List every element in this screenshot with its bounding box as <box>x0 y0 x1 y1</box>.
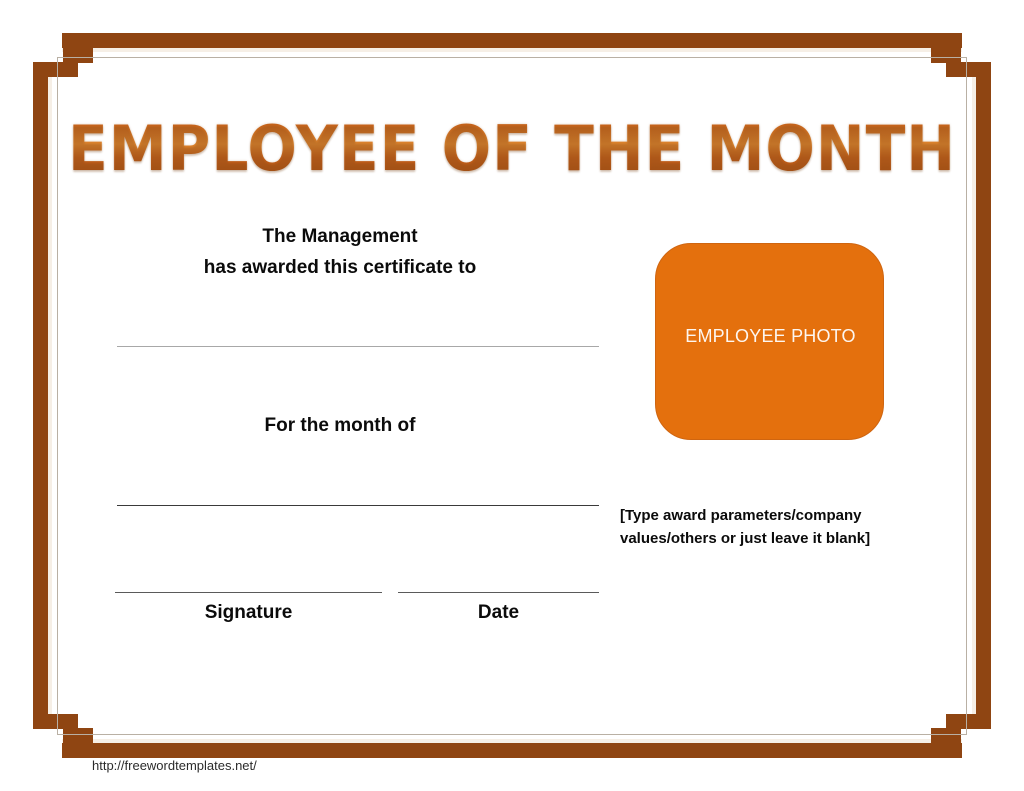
border-step-top-left-b <box>63 48 78 77</box>
recipient-name-line[interactable] <box>117 346 599 347</box>
date-label: Date <box>477 602 520 623</box>
award-parameters-note[interactable]: [Type award parameters/company values/ot… <box>620 505 910 550</box>
border-hairline-top <box>57 57 967 58</box>
certificate-page: EMPLOYEE OF THE MONTH EMPLOYEE OF THE MO… <box>0 0 1024 791</box>
border-step-top-right-c <box>961 62 976 77</box>
border-step-bottom-right-b <box>946 714 961 743</box>
border-step-top-left-c <box>48 62 63 77</box>
awarder-line-2: has awarded this certificate to <box>203 256 477 278</box>
border-step-top-right-b <box>946 48 961 77</box>
border-step-top-right-a <box>931 48 946 63</box>
border-step-bottom-left-a <box>78 728 93 743</box>
footer-source-url[interactable]: http://freewordtemplates.net/ <box>92 758 257 773</box>
month-line[interactable] <box>117 505 599 506</box>
signature-label: Signature <box>204 602 293 623</box>
border-step-bottom-right-a <box>931 728 946 743</box>
awarder-line-1: The Management <box>262 226 418 247</box>
border-step-bottom-left-b <box>63 714 78 743</box>
employee-photo-label: EMPLOYEE PHOTO <box>685 326 856 346</box>
awarder-statement: The Management has awarded this certific… <box>40 222 640 284</box>
border-bar-top <box>62 33 962 48</box>
border-bar-bottom <box>62 743 962 758</box>
month-prompt: For the month of <box>264 415 416 436</box>
signature-line[interactable] <box>115 592 382 593</box>
date-line[interactable] <box>398 592 599 593</box>
border-hairline-bottom <box>57 734 967 735</box>
certificate-title: EMPLOYEE OF THE MONTH <box>31 112 994 185</box>
border-cream-top <box>62 48 962 52</box>
employee-photo-placeholder[interactable]: EMPLOYEE PHOTO <box>655 243 884 440</box>
border-step-bottom-right-c <box>961 714 976 729</box>
border-step-top-left-a <box>78 48 93 63</box>
border-step-bottom-left-c <box>48 714 63 729</box>
